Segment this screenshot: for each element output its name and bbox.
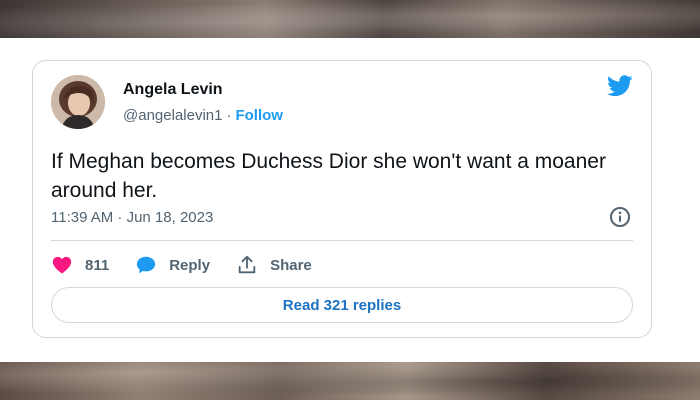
share-button[interactable]: Share [236, 254, 312, 276]
handle-row: @angelalevin1 · Follow [123, 107, 283, 124]
like-count: 811 [85, 256, 110, 274]
info-icon[interactable] [609, 206, 631, 228]
tweet-timestamp[interactable]: 11:39 AM · Jun 18, 2023 [51, 209, 213, 226]
action-bar: 811 Reply Share [51, 253, 338, 277]
share-upload-icon [238, 255, 256, 274]
page-strip: Angela Levin @angelalevin1 · Follow If Meg… [0, 38, 700, 362]
tweet-text: If Meghan becomes Duchess Dior she won't… [51, 150, 606, 202]
reply-button[interactable]: Reply [135, 254, 210, 276]
background-photo-bottom [0, 362, 700, 400]
author-handle[interactable]: @angelalevin1 [123, 107, 222, 124]
like-button[interactable]: 811 [51, 254, 109, 276]
speech-bubble-icon [137, 256, 156, 274]
divider [51, 240, 633, 241]
reply-label: Reply [169, 256, 211, 274]
twitter-bird-icon[interactable] [607, 75, 633, 97]
separator-dot: · [226, 107, 232, 124]
author-name[interactable]: Angela Levin [123, 81, 223, 99]
background-photo-top [0, 0, 700, 38]
follow-button[interactable]: Follow [235, 107, 283, 124]
tweet-card: Angela Levin @angelalevin1 · Follow If Meg… [32, 60, 652, 338]
read-replies-button[interactable]: Read 321 replies [51, 287, 633, 323]
avatar[interactable] [51, 75, 105, 129]
share-label: Share [270, 256, 312, 274]
heart-icon [52, 256, 72, 274]
